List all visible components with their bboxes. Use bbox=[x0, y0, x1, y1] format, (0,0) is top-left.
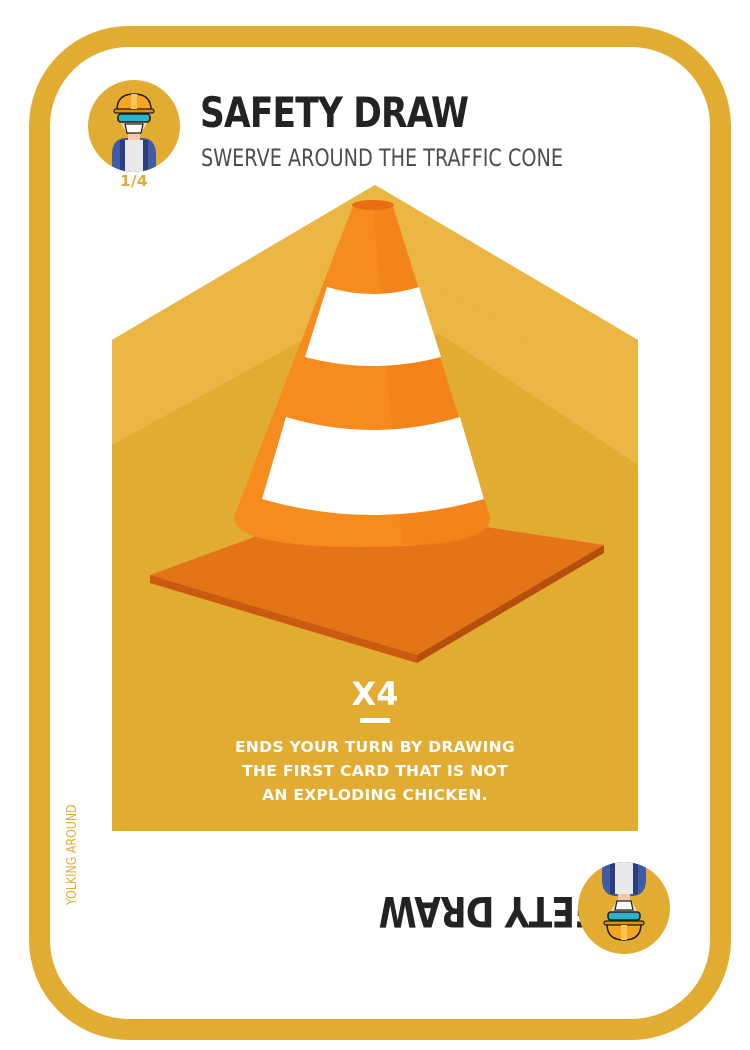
worker-badge-bottom bbox=[578, 862, 670, 954]
side-label: YOLKING AROUND bbox=[65, 804, 80, 905]
rule-line: AN EXPLODING CHICKEN. bbox=[262, 786, 488, 804]
worker-badge-top bbox=[88, 80, 180, 172]
divider-bar bbox=[360, 718, 390, 723]
rule-line: THE FIRST CARD THAT IS NOT bbox=[242, 762, 508, 780]
card-multiplier: X4 bbox=[351, 675, 399, 713]
rule-line: ENDS YOUR TURN BY DRAWING bbox=[235, 738, 515, 756]
card-subtitle: SWERVE AROUND THE TRAFFIC CONE bbox=[201, 144, 563, 172]
card-rule-text: ENDS YOUR TURN BY DRAWING THE FIRST CARD… bbox=[200, 735, 550, 807]
card-title: SAFETY DRAW bbox=[200, 88, 469, 137]
construction-worker-icon bbox=[112, 93, 156, 172]
construction-worker-icon bbox=[602, 862, 646, 941]
